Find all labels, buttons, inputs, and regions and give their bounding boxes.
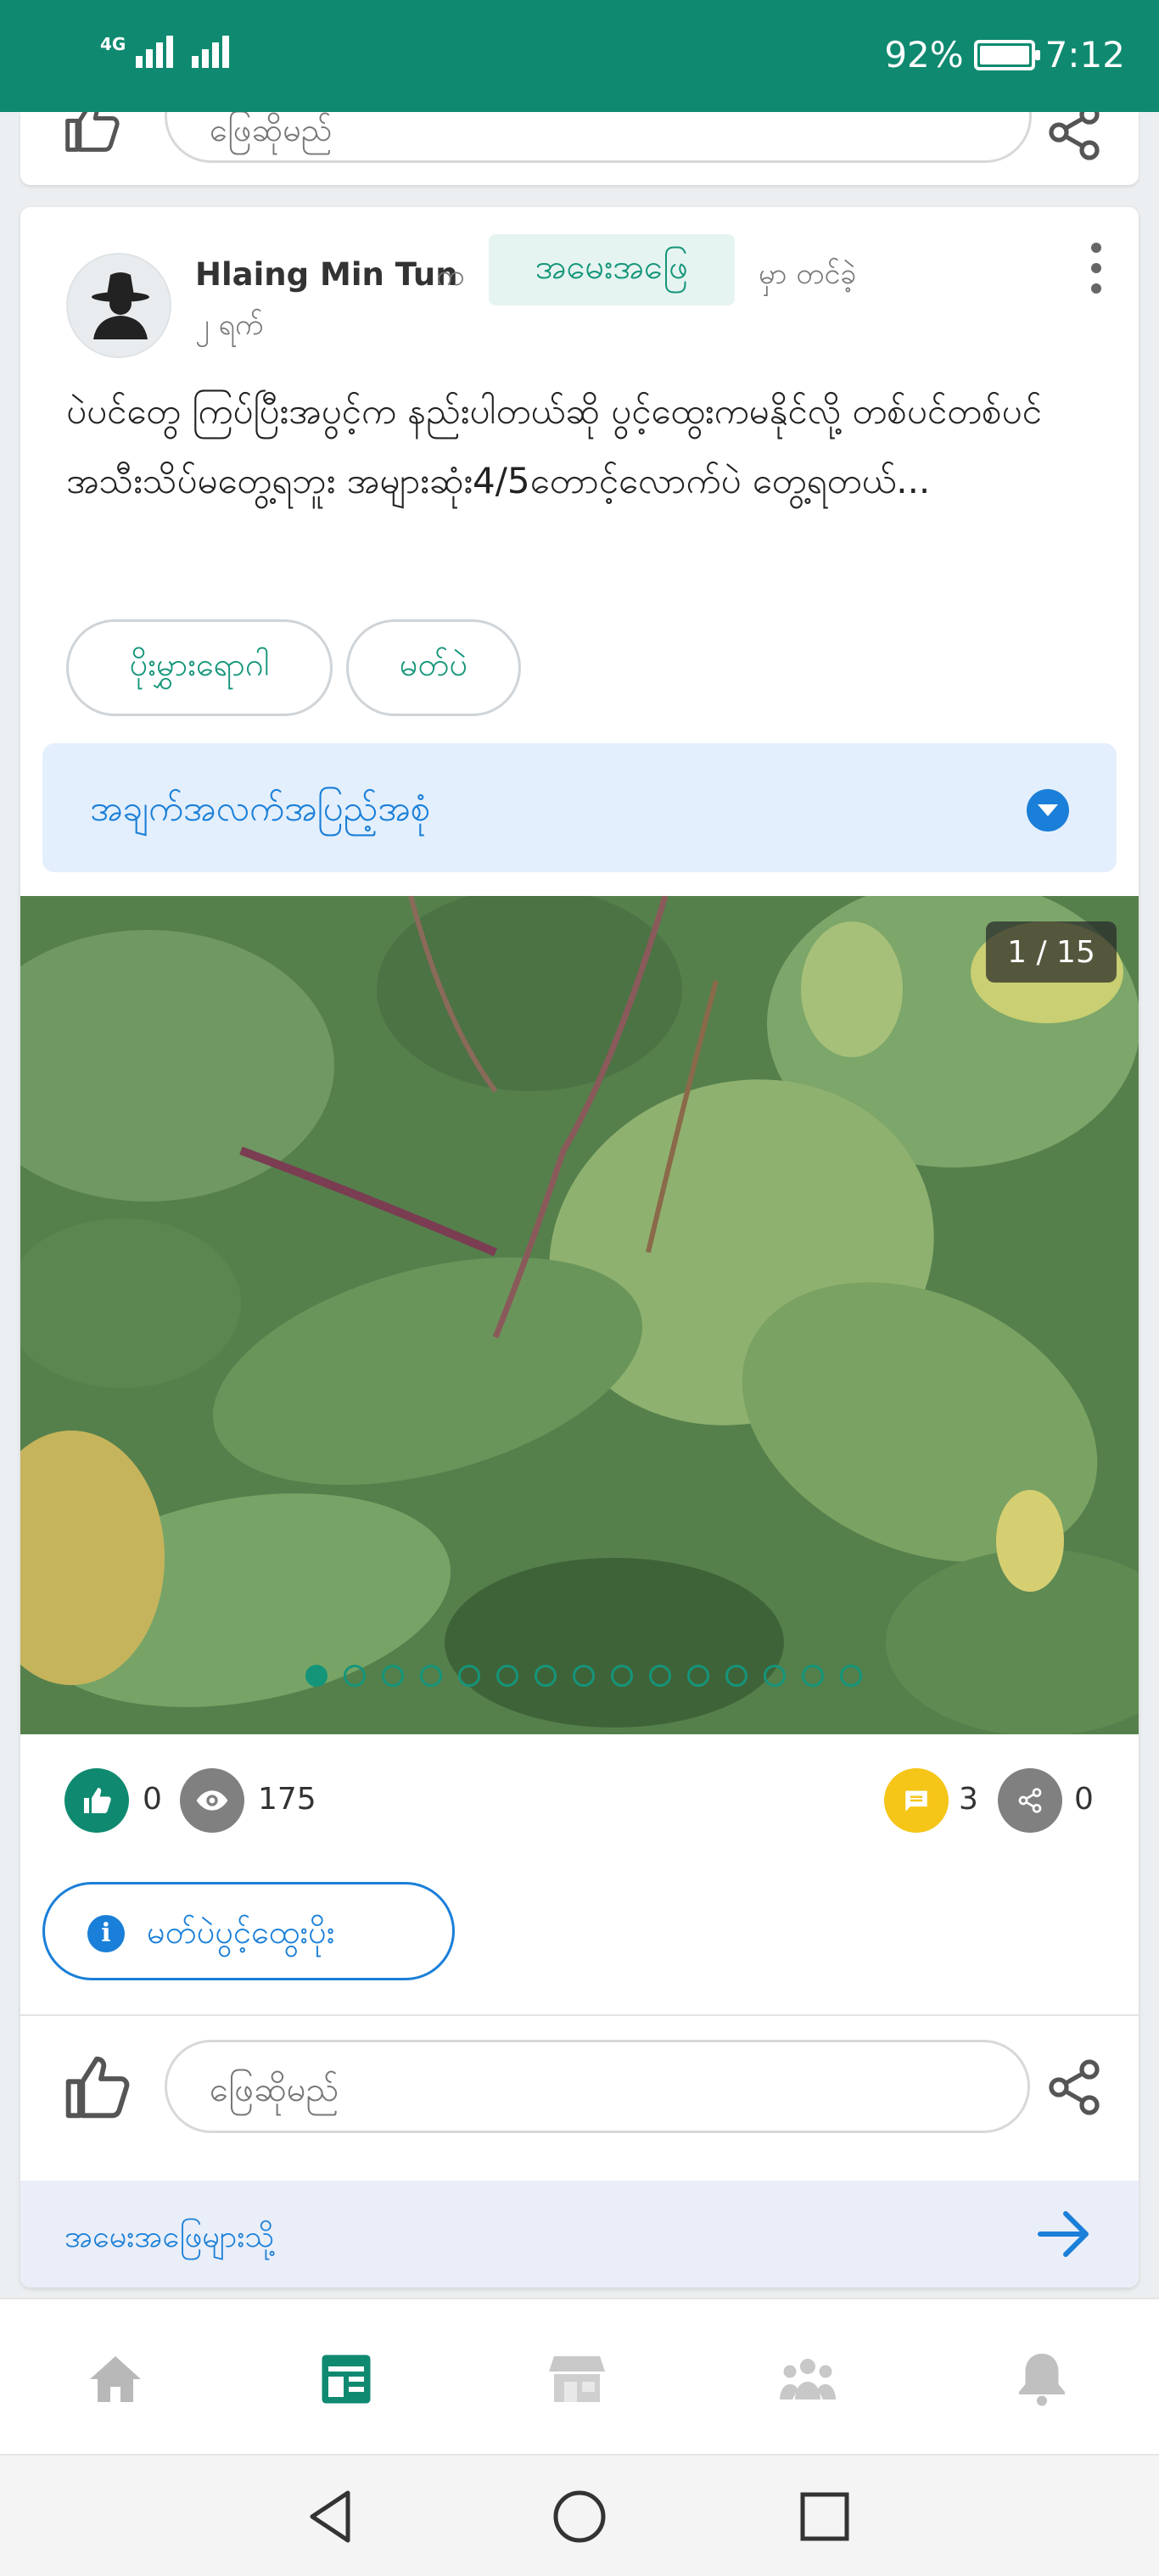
carousel-dot[interactable] (611, 1665, 633, 1687)
carousel-dot[interactable] (305, 1665, 328, 1687)
carousel-dot[interactable] (649, 1665, 671, 1687)
carousel-dot[interactable] (535, 1665, 557, 1687)
carousel-dot[interactable] (573, 1665, 595, 1687)
by-particle: က (436, 259, 465, 293)
system-navigation-bar (0, 2454, 1159, 2576)
like-count-icon[interactable] (64, 1768, 129, 1833)
back-icon[interactable] (295, 2481, 367, 2552)
home-button-icon[interactable] (544, 2481, 615, 2552)
like-count: 0 (143, 1782, 162, 1817)
go-to-answers-label: အမေးအဖြေများသို့ (64, 2220, 275, 2254)
avatar[interactable] (66, 253, 171, 358)
comment-icon[interactable] (884, 1768, 949, 1833)
reply-placeholder: ဖြေဆိုမည် (210, 112, 333, 148)
cellular-signal-2-icon (192, 34, 232, 68)
view-count: 175 (258, 1782, 316, 1817)
related-topic-button[interactable]: i မတ်ပဲပွင့်ထွေးပိုး (42, 1882, 455, 1980)
post-stats: 0 175 3 0 (20, 1758, 1139, 1843)
arrow-right-icon (1038, 2211, 1089, 2257)
details-expander[interactable]: အချက်အလက်အပြည့်အစုံ (42, 743, 1117, 872)
tag-chip[interactable]: မတ်ပဲ (346, 619, 521, 716)
user-avatar-icon (92, 272, 149, 339)
comment-count: 3 (959, 1782, 978, 1817)
reply-input[interactable]: ဖြေဆိုမည် (165, 2040, 1030, 2133)
post-body[interactable]: ပဲပင်တွေ ကြပ်ပြီးအပွင့်က နည်းပါတယ်ဆို ပွ… (66, 377, 1110, 516)
battery-icon (973, 39, 1040, 70)
share-icon[interactable] (1044, 112, 1105, 163)
carousel-dot[interactable] (420, 1665, 442, 1687)
plant-leaves-image (20, 896, 1139, 1734)
share-count: 0 (1074, 1782, 1094, 1817)
more-options-icon[interactable] (1079, 238, 1113, 305)
community-icon[interactable] (777, 2349, 838, 2410)
category-chip[interactable]: အမေးအဖြေ (489, 234, 735, 305)
related-topic-label: မတ်ပဲပွင့်ထွေးပိုး (147, 1913, 335, 1951)
carousel-dot[interactable] (458, 1665, 480, 1687)
eye-icon (180, 1768, 244, 1833)
cellular-signal-icon: 4G (100, 34, 176, 68)
carousel-dot[interactable] (764, 1665, 786, 1687)
bell-icon[interactable] (1011, 2349, 1072, 2410)
carousel-dot[interactable] (687, 1665, 709, 1687)
previous-post-card: ဖြေဆိုမည် (20, 112, 1139, 185)
carousel-dot[interactable] (840, 1665, 862, 1687)
share-count-icon[interactable] (998, 1768, 1062, 1833)
like-icon[interactable] (63, 2053, 131, 2121)
divider (20, 2014, 1139, 2016)
author-name[interactable]: Hlaing Min Tun (195, 256, 458, 293)
bottom-tab-bar (0, 2298, 1159, 2454)
go-to-answers-link[interactable]: အမေးအဖြေများသို့ (20, 2181, 1139, 2288)
share-icon[interactable] (1044, 2057, 1105, 2118)
post-card: Hlaing Min Tun က အမေးအဖြေ မှာ တင်ခဲ့ ၂ ရ… (20, 207, 1139, 2288)
info-icon: i (87, 1915, 125, 1952)
battery-status: 92% 7:12 (884, 34, 1125, 76)
post-image-carousel[interactable]: 1 / 15 (20, 896, 1139, 1734)
market-icon[interactable] (546, 2349, 607, 2410)
chevron-down-icon (1027, 789, 1069, 832)
carousel-dots[interactable] (305, 1665, 862, 1687)
home-icon[interactable] (85, 2349, 146, 2410)
details-label: အချက်အလက်အပြည့်အစုံ (90, 787, 431, 829)
clock: 7:12 (1044, 34, 1125, 76)
image-counter: 1 / 15 (986, 921, 1117, 983)
status-bar: 4G 92% 7:12 (0, 0, 1159, 112)
post-time: ၂ ရက် (195, 308, 264, 342)
like-icon[interactable] (63, 112, 120, 154)
tag-chip[interactable]: ပိုးမွှားရောဂါ (66, 619, 333, 716)
carousel-dot[interactable] (802, 1665, 824, 1687)
reply-placeholder: ဖြေဆိုမည် (210, 2070, 339, 2109)
feed-icon[interactable] (316, 2349, 377, 2410)
posted-in-label: မှာ တင်ခဲ့ (759, 257, 857, 291)
recents-icon[interactable] (789, 2481, 860, 2552)
battery-percent: 92% (884, 34, 964, 76)
reply-input[interactable]: ဖြေဆိုမည် (165, 112, 1032, 163)
carousel-dot[interactable] (725, 1665, 747, 1687)
carousel-dot[interactable] (382, 1665, 404, 1687)
network-type-label: 4G (100, 34, 126, 54)
carousel-dot[interactable] (344, 1665, 366, 1687)
carousel-dot[interactable] (496, 1665, 518, 1687)
